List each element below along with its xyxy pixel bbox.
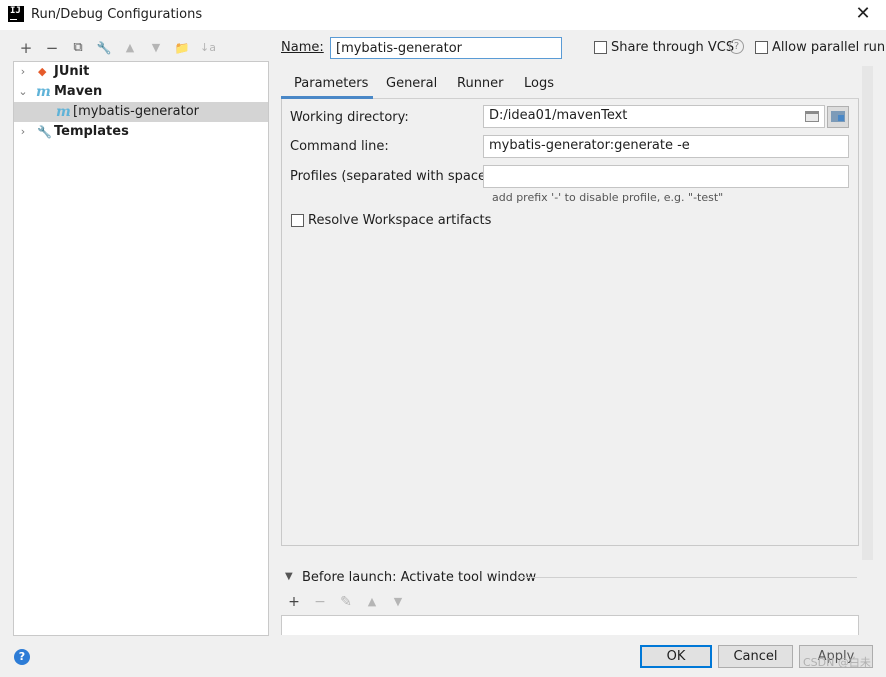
close-button[interactable]: ✕ [848, 0, 878, 28]
profiles-hint: add prefix '-' to disable profile, e.g. … [492, 191, 724, 204]
profiles-input[interactable] [483, 165, 849, 188]
move-down-icon[interactable]: ▼ [389, 593, 407, 611]
name-input[interactable] [330, 37, 562, 59]
tree-item-label: [mybatis-generator [73, 104, 200, 119]
cancel-button[interactable]: Cancel [718, 645, 793, 668]
scrollbar[interactable] [862, 66, 873, 560]
chevron-right-icon[interactable]: › [16, 122, 30, 142]
add-icon[interactable]: + [16, 38, 36, 58]
configuration-tree[interactable]: › ◆ JUnit ⌄ m Maven m [mybatis-generator… [13, 61, 269, 636]
chevron-down-icon[interactable]: ⌄ [16, 82, 30, 102]
tab-runner[interactable]: Runner [457, 76, 504, 98]
command-line-label: Command line: [290, 139, 389, 154]
wrench-icon[interactable]: 🔧 [94, 38, 114, 58]
resolve-checkbox[interactable] [291, 214, 304, 227]
resolve-label: Resolve Workspace artifacts [308, 213, 492, 228]
chevron-right-icon[interactable]: › [16, 62, 30, 82]
tree-item-templates[interactable]: › 🔧 Templates [14, 122, 268, 142]
remove-icon[interactable]: − [311, 593, 329, 611]
help-icon[interactable]: ? [729, 39, 744, 54]
command-line-input[interactable]: mybatis-generator:generate -e [483, 135, 849, 158]
sort-icon[interactable]: ↓a [198, 38, 218, 58]
tree-item-mybatis-generator[interactable]: m [mybatis-generator [14, 102, 268, 122]
copy-icon[interactable]: ⧉ [68, 38, 88, 58]
tree-item-label: Maven [54, 84, 103, 99]
tree-item-label: Templates [54, 124, 129, 139]
share-label: Share through VCS [611, 40, 735, 55]
watermark: CSDN @白未 [803, 656, 871, 669]
tab-general[interactable]: General [386, 76, 437, 98]
before-launch-label[interactable]: Before launch: Activate tool window [302, 570, 536, 585]
add-icon[interactable]: + [285, 593, 303, 611]
remove-icon[interactable]: − [42, 38, 62, 58]
chevron-down-icon[interactable]: ▼ [285, 571, 293, 582]
intellij-icon: IJ [8, 6, 24, 22]
ok-button[interactable]: OK [640, 645, 712, 668]
move-down-icon[interactable]: ▼ [146, 38, 166, 58]
tree-item-maven[interactable]: ⌄ m Maven [14, 82, 268, 102]
tree-item-label: JUnit [54, 64, 90, 79]
before-launch-divider [517, 577, 857, 578]
maven-icon: m [36, 84, 51, 100]
tree-item-junit[interactable]: › ◆ JUnit [14, 62, 268, 82]
share-checkbox[interactable] [594, 41, 607, 54]
parallel-label: Allow parallel run [772, 40, 886, 55]
name-label-text: Name: [281, 40, 324, 55]
edit-icon[interactable]: ✎ [337, 593, 355, 611]
move-up-icon[interactable]: ▲ [120, 38, 140, 58]
move-up-icon[interactable]: ▲ [363, 593, 381, 611]
before-launch-list[interactable] [281, 615, 859, 635]
window-title: Run/Debug Configurations [31, 7, 203, 22]
module-folder-icon [831, 111, 845, 122]
help-button[interactable]: ? [14, 649, 30, 665]
name-label: Name: [281, 40, 324, 55]
working-dir-input[interactable]: D:/idea01/mavenText [483, 105, 825, 128]
folder-icon[interactable] [805, 111, 819, 122]
tab-parameters[interactable]: Parameters [294, 76, 368, 98]
wrench-icon: 🔧 [37, 125, 52, 139]
profiles-label: Profiles (separated with space): [290, 169, 496, 184]
working-dir-label: Working directory: [290, 110, 409, 125]
maven-icon: m [56, 104, 71, 120]
new-folder-icon[interactable]: 📁 [172, 38, 192, 58]
parallel-checkbox[interactable] [755, 41, 768, 54]
tab-logs[interactable]: Logs [524, 76, 554, 98]
junit-icon: ◆ [38, 65, 47, 78]
